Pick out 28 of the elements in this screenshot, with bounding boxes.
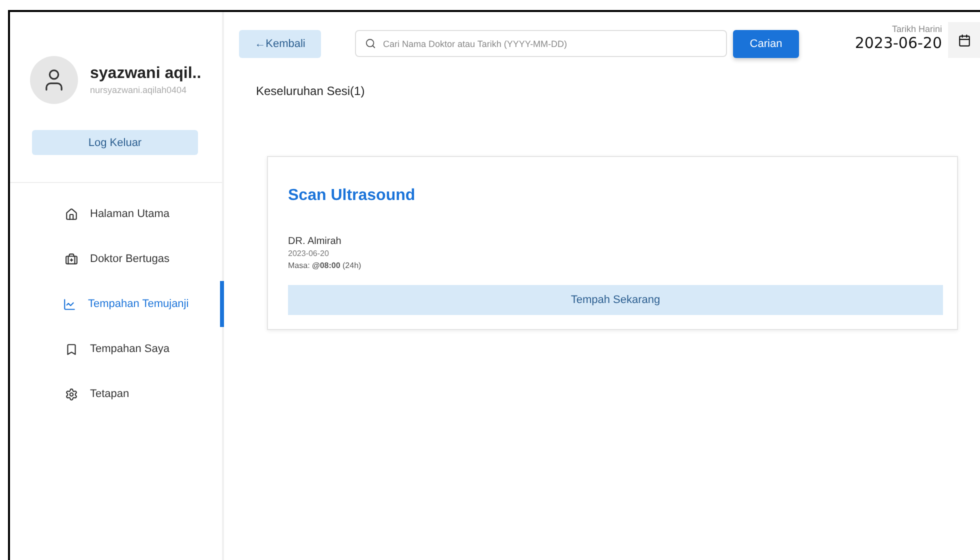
chart-icon <box>63 298 76 310</box>
nav-item[interactable]: Tetapan <box>10 384 224 404</box>
book-button[interactable]: Tempah Sekarang <box>288 285 943 315</box>
logout-button[interactable]: Log Keluar <box>32 130 198 155</box>
today-label: Tarikh Harini <box>892 24 942 34</box>
doctor-name: DR. Almirah <box>288 236 342 247</box>
nav-item[interactable]: Doktor Bertugas <box>10 249 224 269</box>
today-date: 2023-06-20 <box>854 34 942 52</box>
nav-item[interactable]: Tempahan Temujanji <box>10 281 224 327</box>
search-icon <box>365 38 376 49</box>
session-title: Scan Ultrasound <box>288 187 416 205</box>
home-icon <box>65 208 78 220</box>
nav-item[interactable]: Halaman Utama <box>10 204 224 224</box>
bookmark-icon <box>65 342 78 356</box>
back-button[interactable]: ←Kembali <box>239 30 321 58</box>
sessions-heading: Keseluruhan Sesi(1) <box>256 84 366 98</box>
user-email: nursyazwani.aqilah0404 <box>90 85 188 95</box>
medical-kit-icon <box>65 252 78 266</box>
avatar <box>30 56 78 104</box>
session-date: 2023-06-20 <box>288 249 330 258</box>
calendar-icon <box>958 34 970 46</box>
nav-item[interactable]: Tempahan Saya <box>10 339 224 359</box>
settings-icon <box>65 388 78 400</box>
session-time: Masa: @08:00 (24h) <box>288 261 362 270</box>
search-field[interactable]: Cari Nama Doktor atau Tarikh (YYYY-MM-DD) <box>355 30 727 57</box>
search-button[interactable]: Carian <box>733 30 799 58</box>
calendar-button[interactable] <box>948 22 980 58</box>
user-name: syazwani aqil.. <box>90 65 202 83</box>
